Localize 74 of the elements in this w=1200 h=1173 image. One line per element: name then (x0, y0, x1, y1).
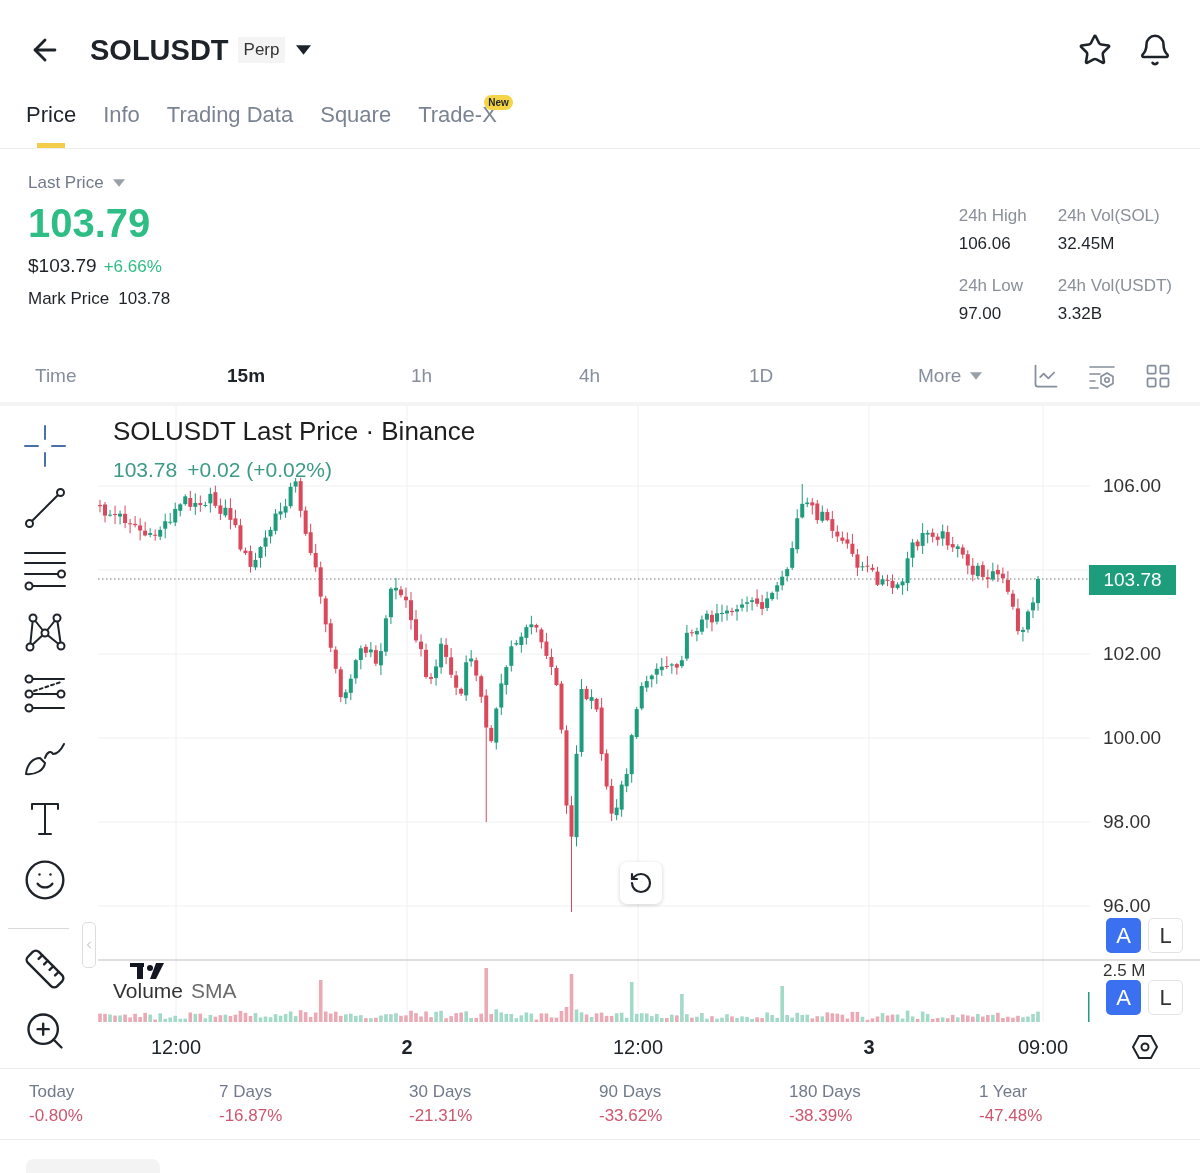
volume-title: Volume (113, 979, 184, 1003)
time-axis-label: 09:00 (1017, 1035, 1069, 1059)
ruler-icon[interactable] (23, 947, 67, 991)
star-icon[interactable] (1078, 33, 1112, 67)
stat-label: 24h Vol(SOL) (1057, 206, 1161, 226)
interval-tab[interactable]: 4h (579, 363, 601, 388)
scale-mode-button[interactable]: A (1106, 918, 1141, 953)
contract-badge: Perp (237, 37, 286, 63)
grid-icon[interactable] (1144, 362, 1172, 390)
period-label: 7 Days (219, 1082, 273, 1102)
tab[interactable]: Info (103, 100, 140, 148)
period-change: -47.48% (979, 1106, 1044, 1126)
mark-price-label: Mark Price (28, 289, 110, 309)
interval-tab[interactable]: Time (35, 363, 77, 388)
smiley-icon[interactable] (23, 858, 67, 902)
more-dropdown[interactable]: More (918, 364, 983, 388)
stat-value: 106.06 (958, 234, 1012, 254)
legend-change: +0.02 (+0.02%) (187, 458, 332, 482)
stat-value: 97.00 (958, 304, 1003, 324)
volume-indicator: SMA (191, 979, 237, 1003)
tab[interactable]: Square (320, 100, 392, 148)
volume-axis-label: 2.5 M (1103, 962, 1146, 980)
price-tag: 103.78 (1089, 565, 1176, 595)
price-axis-label: 100.00 (1103, 727, 1162, 749)
chart-title: SOLUSDT Last Price · Binance (113, 416, 476, 446)
interval-tab[interactable]: 1D (749, 363, 774, 388)
price-axis-label: 98.00 (1103, 811, 1151, 833)
last-price: 103.79 (28, 200, 152, 246)
time-axis-label: 12:00 (150, 1035, 202, 1059)
interval-tab[interactable]: 15m (227, 363, 266, 388)
scale-mode-button[interactable]: A (1106, 980, 1141, 1015)
stat-value: 32.45M (1057, 234, 1116, 254)
time-axis-label: 3 (863, 1035, 875, 1059)
bell-icon[interactable] (1138, 33, 1172, 67)
stat-label: 24h Vol(USDT) (1057, 276, 1172, 296)
crosshair-icon[interactable] (23, 424, 67, 468)
period-label: 30 Days (409, 1082, 473, 1102)
caret-icon[interactable] (296, 45, 312, 55)
stat-label: 24h High (958, 206, 1028, 226)
price-axis-label: 102.00 (1103, 643, 1162, 665)
symbol-title: SOLUSDT (90, 33, 229, 67)
price-axis-label: 106.00 (1103, 475, 1162, 497)
stat-value: 3.32B (1057, 304, 1104, 324)
price-change: +6.66% (103, 256, 162, 278)
scale-mode-button[interactable]: L (1148, 980, 1183, 1015)
line-chart-icon[interactable] (1032, 362, 1060, 390)
time-axis-label: 2 (401, 1035, 413, 1059)
period-change: -21.31% (409, 1106, 474, 1126)
period-change: -38.39% (789, 1106, 854, 1126)
scale-mode-button[interactable]: L (1148, 918, 1183, 953)
period-change: -33.62% (599, 1106, 664, 1126)
period-label: Today (29, 1082, 76, 1102)
tab[interactable]: Trading Data (166, 100, 294, 148)
volume-marker (1088, 992, 1090, 1022)
period-change: -0.80% (29, 1106, 84, 1126)
legend-price: 103.78 (113, 458, 178, 482)
time-axis-label: 12:00 (612, 1035, 664, 1059)
rotate-icon (629, 871, 653, 895)
period-change: -16.87% (219, 1106, 284, 1126)
settings-icon[interactable] (1132, 1034, 1158, 1060)
period-label: 90 Days (599, 1082, 663, 1102)
price-axis-label: 96.00 (1103, 895, 1151, 917)
stat-label: 24h Low (958, 276, 1024, 296)
interval-tab[interactable]: 1h (411, 363, 433, 388)
tab[interactable]: Price (26, 100, 77, 148)
usd-price: $103.79 (28, 254, 97, 278)
collapse-handle[interactable] (82, 922, 96, 968)
logo-icon (130, 963, 166, 979)
reset-chart-button[interactable] (620, 862, 662, 904)
mark-price-value: 103.78 (118, 289, 171, 309)
period-label: 1 Year (979, 1082, 1029, 1102)
trend-line-icon[interactable] (23, 486, 67, 530)
price-type-dropdown[interactable]: Last Price (28, 173, 171, 193)
period-label: 180 Days (789, 1082, 862, 1102)
